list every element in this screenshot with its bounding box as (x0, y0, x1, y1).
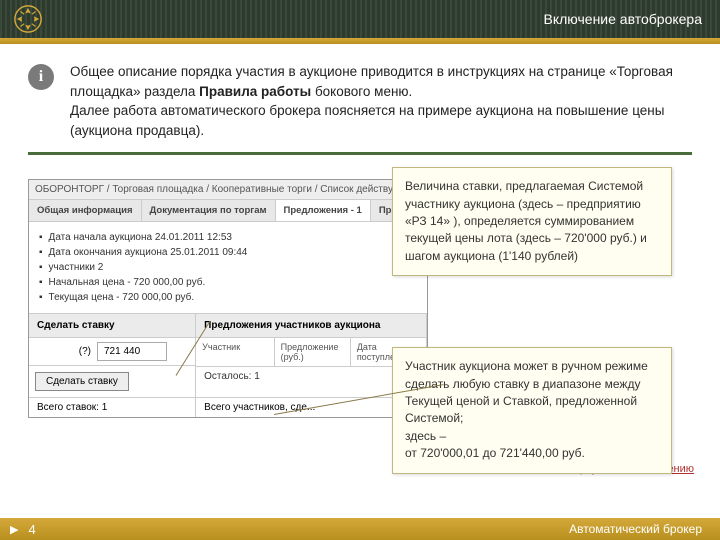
section-offers: Предложения участников аукциона (196, 314, 427, 337)
callout-manual-bid: Участник аукциона может в ручном режиме … (392, 347, 672, 473)
logo-emblem (12, 3, 44, 35)
list-item: Текущая цена - 720 000,00 руб. (39, 290, 417, 305)
breadcrumb: ОБОРОНТОРГ / Торговая площадка / Коопера… (29, 180, 427, 200)
list-item: участники 2 (39, 260, 417, 275)
footer-bar: ▶ 4 Автоматический брокер (0, 518, 720, 540)
tab-docs[interactable]: Документация по торгам (142, 200, 276, 221)
list-item: Дата окончания аукциона 25.01.2011 09:44 (39, 245, 417, 260)
screenshot-area: ОБОРОНТОРГ / Торговая площадка / Коопера… (28, 169, 692, 459)
page-number: 4 (28, 522, 35, 537)
info-icon: i (28, 64, 54, 90)
callout-bid-value: Величина ставки, предлагаемая Системой у… (392, 167, 672, 276)
footer-label: Автоматический брокер (569, 522, 702, 536)
col-offer: Предложение (руб.) (275, 338, 351, 366)
info-para1-bold: Правила работы (199, 84, 311, 99)
tab-general[interactable]: Общая информация (29, 200, 142, 221)
your-bids: Всего ставок: 1 (29, 398, 196, 417)
slide-title: Включение автоброкера (544, 11, 702, 27)
info-para1b: бокового меню. (311, 84, 412, 99)
bid-input[interactable] (97, 342, 167, 361)
section-make-bid: Сделать ставку (29, 314, 196, 337)
tab-bar: Общая информация Документация по торгам … (29, 200, 427, 222)
callout2-a: Участник аукциона может в ручном режиме … (405, 359, 648, 425)
auction-window: ОБОРОНТОРГ / Торговая площадка / Коопера… (28, 179, 428, 418)
play-icon: ▶ (10, 523, 18, 536)
make-bid-button[interactable]: Сделать ставку (35, 372, 129, 391)
list-item: Начальная цена - 720 000,00 руб. (39, 275, 417, 290)
list-item: Дата начала аукциона 24.01.2011 12:53 (39, 230, 417, 245)
info-block: i Общее описание порядка участия в аукци… (28, 62, 692, 140)
info-para2: Далее работа автоматического брокера поя… (70, 101, 692, 140)
callout2-b: здесь – (405, 429, 446, 443)
green-divider (28, 152, 692, 155)
auction-details: Дата начала аукциона 24.01.2011 12:53 Да… (29, 222, 427, 313)
tab-offers[interactable]: Предложения - 1 (276, 200, 371, 221)
bid-help-icon[interactable]: (?) (29, 340, 97, 363)
callout2-c: от 720'000,01 до 721'440,00 руб. (405, 446, 585, 460)
info-text: Общее описание порядка участия в аукцион… (70, 62, 692, 140)
slide-header: Включение автоброкера (0, 0, 720, 38)
col-participant: Участник (196, 338, 274, 366)
